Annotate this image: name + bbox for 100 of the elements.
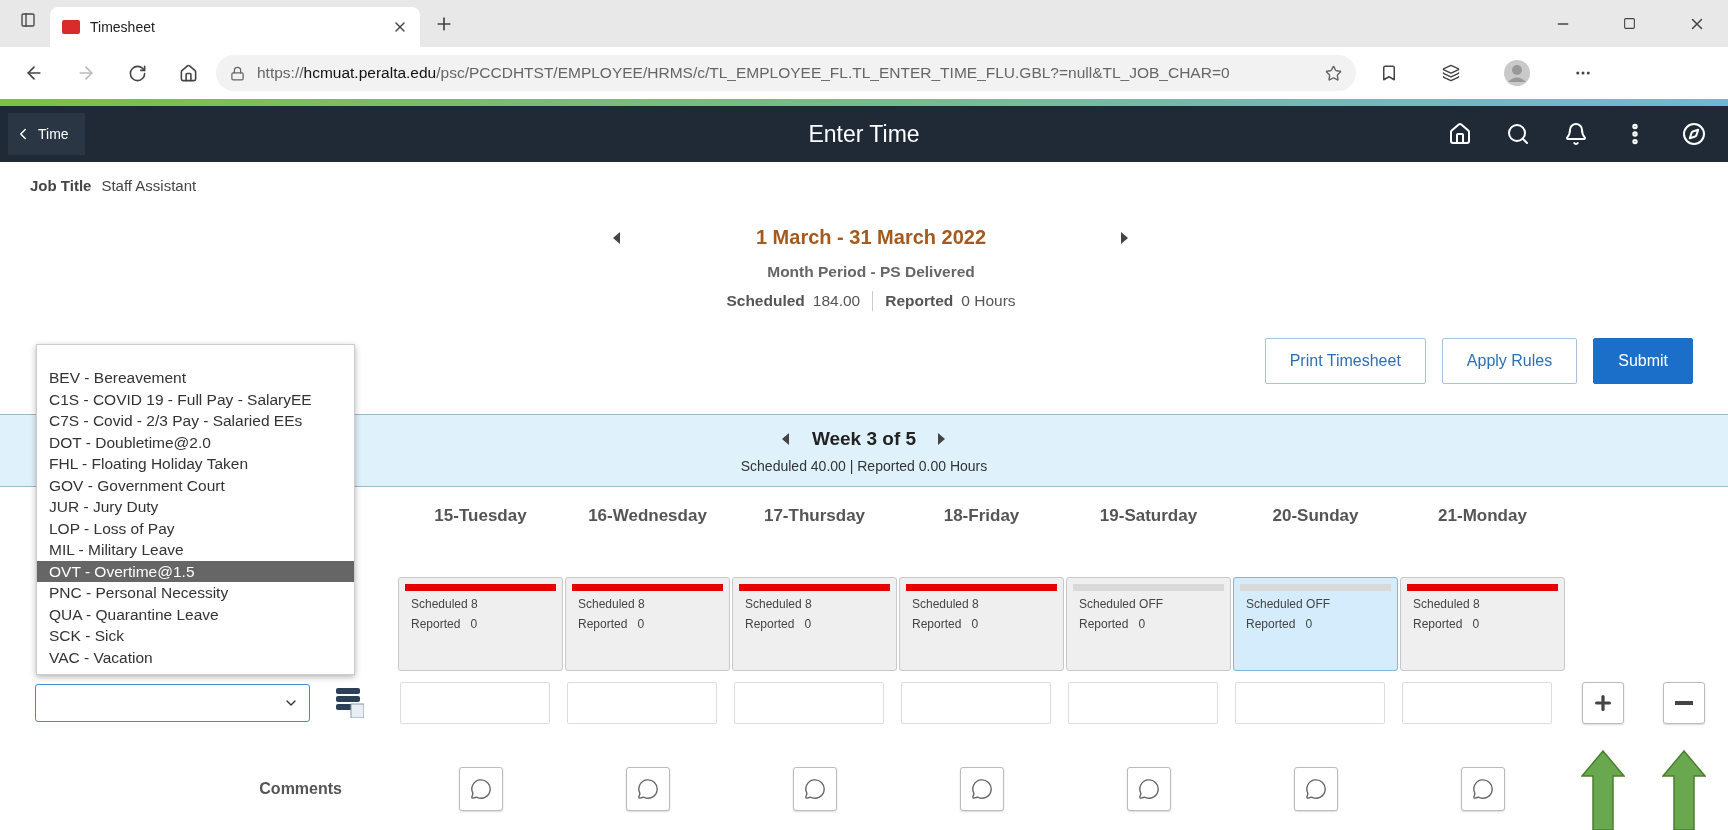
hours-input[interactable] — [1402, 682, 1552, 724]
hours-input[interactable] — [901, 682, 1051, 724]
scheduled-text: Scheduled 8 — [578, 597, 645, 611]
address-bar[interactable]: https://hcmuat.peralta.edu/psc/PCCDHTST/EMPLOYEE/HRMS/c/TL_EMPLOYEE_FL.TL_ENTER_TIME_FLU.GBL?=null&TL_JOB_CHAR=0 — [216, 55, 1356, 91]
comment-button[interactable] — [625, 767, 670, 811]
reported-label: Reported — [1246, 617, 1296, 631]
comment-button[interactable] — [1293, 767, 1338, 811]
reported-value: 0 — [1138, 617, 1146, 631]
server-list-icon[interactable] — [336, 688, 364, 718]
favicon-icon — [62, 20, 80, 34]
day-header: 17-Thursday — [762, 506, 867, 526]
scheduled-text: Scheduled 8 — [745, 597, 812, 611]
time-code-option[interactable]: GOV - Government Court — [37, 474, 354, 496]
next-week-icon[interactable] — [938, 432, 947, 445]
day-card[interactable]: Scheduled 8 Reported 0 — [1400, 577, 1565, 671]
day-card[interactable]: Scheduled 8 Reported 0 — [899, 577, 1064, 671]
job-title-label: Job Title — [30, 176, 92, 194]
job-title-value: Staff Assistant — [101, 176, 197, 194]
reported-label: Reported — [1079, 617, 1129, 631]
previous-period-icon[interactable] — [613, 231, 621, 244]
reported-value: 0 — [1305, 617, 1313, 631]
time-code-select[interactable] — [35, 684, 310, 722]
comment-button[interactable] — [959, 767, 1004, 811]
submit-button[interactable]: Submit — [1593, 338, 1693, 384]
day-header: 19-Saturday — [1098, 506, 1199, 526]
comment-button[interactable] — [1126, 767, 1171, 811]
period-subtitle: Month Period - PS Delivered — [767, 263, 975, 281]
day-header: 18-Friday — [942, 506, 1021, 526]
speech-bubble-icon — [803, 778, 826, 800]
period-title: 1 March - 31 March 2022 — [754, 226, 988, 249]
scheduled-label: Scheduled — [726, 292, 805, 310]
hours-input[interactable] — [400, 682, 550, 724]
back-button[interactable]: Time — [8, 113, 85, 155]
plus-icon — [1592, 692, 1614, 714]
scheduled-value: 184.00 — [812, 292, 861, 310]
reported-value: 0 — [470, 617, 478, 631]
hours-input[interactable] — [1235, 682, 1385, 724]
time-code-option[interactable]: C1S - COVID 19 - Full Pay - SalaryEE — [37, 388, 354, 410]
remove-row-button[interactable] — [1663, 682, 1705, 724]
hours-input[interactable] — [1068, 682, 1218, 724]
time-code-option[interactable]: MIL - Military Leave — [37, 539, 354, 561]
scheduled-text: Scheduled OFF — [1246, 597, 1331, 611]
reported-label: Reported — [912, 617, 962, 631]
time-code-option[interactable]: OVT - Overtime@1.5 — [37, 560, 354, 582]
reported-label: Reported — [885, 292, 954, 310]
action-button[interactable]: Apply Rules — [1441, 338, 1578, 384]
speech-bubble-icon — [469, 778, 492, 800]
week-summary: Scheduled 40.00 | Reported 0.00 Hours — [740, 457, 988, 474]
time-code-option[interactable]: FHL - Floating Holiday Taken — [37, 453, 354, 475]
speech-bubble-icon — [1304, 778, 1327, 800]
time-code-option[interactable]: SCK - Sick — [37, 625, 354, 647]
minus-icon — [1675, 701, 1693, 705]
time-code-option[interactable]: BEV - Bereavement — [37, 367, 354, 389]
up-arrow-icon — [1662, 750, 1706, 830]
comment-button[interactable] — [1460, 767, 1505, 811]
scheduled-text: Scheduled 8 — [912, 597, 979, 611]
lock-icon — [230, 65, 245, 81]
day-card[interactable]: Scheduled 8 Reported 0 — [398, 577, 563, 671]
speech-bubble-icon — [1137, 778, 1160, 800]
page-title: Enter Time — [808, 120, 920, 148]
reported-label: Reported — [578, 617, 628, 631]
add-row-button[interactable] — [1582, 682, 1624, 724]
time-code-option[interactable]: VAC - Vacation — [37, 646, 354, 668]
day-card[interactable]: Scheduled 8 Reported 0 — [565, 577, 730, 671]
day-header: 21-Monday — [1437, 506, 1528, 526]
scheduled-text: Scheduled OFF — [1079, 597, 1164, 611]
time-code-option[interactable]: C7S - Covid - 2/3 Pay - Salaried EEs — [37, 410, 354, 432]
next-period-icon[interactable] — [1121, 231, 1129, 244]
hours-input[interactable] — [734, 682, 884, 724]
reported-label: Reported — [745, 617, 795, 631]
browser-tab[interactable]: Timesheet — [50, 7, 420, 47]
hours-input[interactable] — [567, 682, 717, 724]
time-code-option[interactable]: LOP - Loss of Pay — [37, 517, 354, 539]
day-card[interactable]: Scheduled 8 Reported 0 — [732, 577, 897, 671]
day-header: 20-Sunday — [1271, 506, 1360, 526]
reported-label: Reported — [1413, 617, 1463, 631]
day-header: 16-Wednesday — [587, 506, 708, 526]
day-card[interactable]: Scheduled OFF Reported 0 — [1233, 577, 1398, 671]
time-code-option[interactable]: JUR - Jury Duty — [37, 496, 354, 518]
speech-bubble-icon — [1471, 778, 1494, 800]
action-button[interactable]: Print Timesheet — [1264, 338, 1426, 384]
day-header: 15-Tuesday — [433, 506, 528, 526]
time-code-option[interactable]: DOT - Doubletime@2.0 — [37, 431, 354, 453]
time-code-option[interactable]: PNC - Personal Necessity — [37, 582, 354, 604]
comment-button[interactable] — [458, 767, 503, 811]
reported-value: 0 Hours — [961, 292, 1016, 310]
day-card[interactable]: Scheduled OFF Reported 0 — [1066, 577, 1231, 671]
comments-label: Comments — [258, 780, 343, 798]
add-favorite-icon[interactable] — [1325, 64, 1342, 82]
reported-value: 0 — [1472, 617, 1480, 631]
comment-button[interactable] — [792, 767, 837, 811]
reported-value: 0 — [637, 617, 645, 631]
time-code-option[interactable]: QUA - Quarantine Leave — [37, 603, 354, 625]
reported-value: 0 — [971, 617, 979, 631]
scheduled-text: Scheduled 8 — [1413, 597, 1480, 611]
previous-week-icon[interactable] — [781, 432, 790, 445]
url-text: https://hcmuat.peralta.edu/psc/PCCDHTST/EMPLOYEE/HRMS/c/TL_EMPLOYEE_FL.TL_ENTER_TIME_FLU.GBL?=null&TL_JOB_CHAR=0 — [257, 64, 1230, 82]
reported-label: Reported — [411, 617, 461, 631]
speech-bubble-icon — [636, 778, 659, 800]
reported-value: 0 — [804, 617, 812, 631]
